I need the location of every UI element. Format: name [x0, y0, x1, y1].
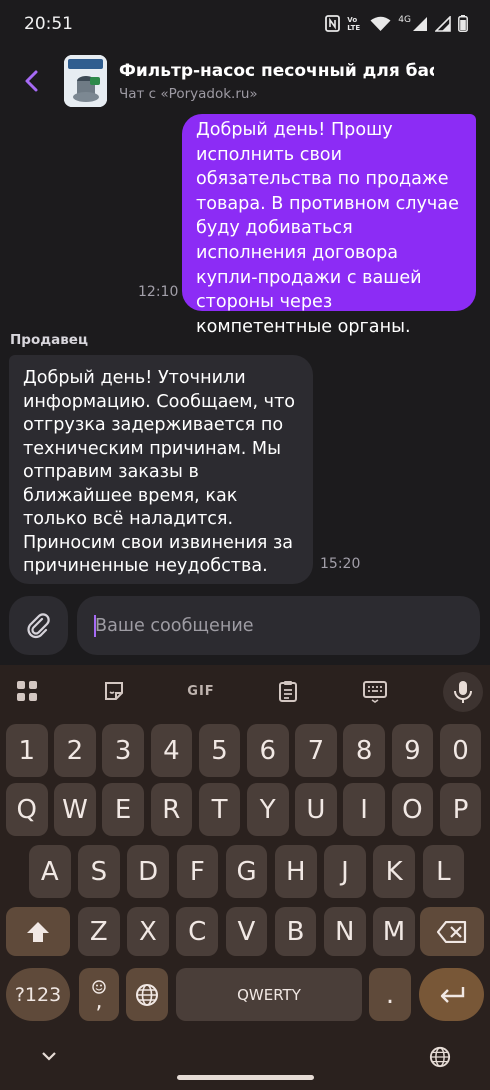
key-w[interactable]: W [54, 783, 96, 836]
incoming-message-sender: Продавец [10, 332, 88, 348]
key-1[interactable]: 1 [6, 724, 48, 777]
apps-grid-icon[interactable] [14, 678, 40, 704]
key-r[interactable]: R [150, 783, 193, 836]
message-field[interactable] [77, 596, 480, 655]
outgoing-message-time: 12:10 [138, 284, 179, 300]
message-input[interactable] [95, 596, 465, 655]
key-h[interactable]: H [275, 845, 317, 898]
attach-button[interactable] [9, 596, 68, 655]
chat-subtitle: Чат с «Poryadok.ru» [119, 86, 258, 102]
key-i[interactable]: I [343, 783, 385, 836]
language-key[interactable] [126, 968, 168, 1021]
cellular-signal-icon [413, 16, 427, 31]
voice-input-button[interactable] [443, 672, 483, 712]
shift-key[interactable] [6, 907, 70, 956]
key-g[interactable]: G [225, 845, 268, 898]
cellular-signal-icon-2 [435, 15, 451, 32]
key-d[interactable]: D [127, 845, 169, 898]
key-4[interactable]: 4 [150, 724, 193, 777]
status-icons: Vo LTE 4G [325, 15, 468, 32]
keyboard-settings-icon[interactable] [362, 678, 388, 704]
key-9[interactable]: 9 [391, 724, 434, 777]
key-v[interactable]: V [225, 907, 268, 956]
key-2[interactable]: 2 [54, 724, 96, 777]
volte-icon: Vo LTE [347, 15, 361, 32]
key-5[interactable]: 5 [198, 724, 241, 777]
key-c[interactable]: C [176, 907, 218, 956]
comma-label: , [95, 988, 103, 1014]
incoming-message-time: 15:20 [320, 556, 361, 572]
symbols-key[interactable]: ?123 [6, 968, 70, 1021]
globe-icon [429, 1046, 451, 1068]
key-n[interactable]: N [324, 907, 366, 956]
status-bar: 20:51 Vo LTE 4G [0, 0, 490, 50]
message-composer [0, 596, 490, 660]
enter-key[interactable] [419, 968, 484, 1021]
key-s[interactable]: S [78, 845, 120, 898]
wifi-icon [370, 16, 391, 31]
key-k[interactable]: K [373, 845, 415, 898]
sticker-icon[interactable] [101, 678, 127, 704]
keyboard-toolbar: GIF [0, 665, 490, 717]
key-7[interactable]: 7 [295, 724, 337, 777]
key-l[interactable]: L [422, 845, 465, 898]
hide-keyboard-button[interactable] [40, 1048, 58, 1068]
nfc-icon [325, 15, 341, 32]
key-0[interactable]: 0 [439, 724, 482, 777]
chevron-left-icon [25, 70, 38, 92]
key-3[interactable]: 3 [102, 724, 144, 777]
key-x[interactable]: X [127, 907, 169, 956]
key-b[interactable]: B [274, 907, 317, 956]
key-6[interactable]: 6 [247, 724, 289, 777]
key-u[interactable]: U [295, 783, 337, 836]
status-time: 20:51 [24, 14, 73, 34]
key-f[interactable]: F [176, 845, 219, 898]
key-a[interactable]: A [29, 845, 71, 898]
back-button[interactable] [18, 64, 48, 98]
key-q[interactable]: Q [6, 783, 48, 836]
key-t[interactable]: T [198, 783, 241, 836]
incoming-message[interactable]: Добрый день! Уточнили информацию. Сообща… [9, 355, 313, 584]
battery-icon [458, 15, 468, 32]
switch-keyboard-button[interactable] [429, 1046, 451, 1072]
key-o[interactable]: O [391, 783, 434, 836]
backspace-key[interactable] [420, 907, 484, 956]
chat-title: Фильтр-насос песочный для бассейна [119, 61, 434, 81]
chevron-down-icon [42, 1052, 56, 1061]
key-e[interactable]: E [102, 783, 144, 836]
key-j[interactable]: J [324, 845, 366, 898]
globe-icon [136, 983, 158, 1006]
enter-icon [440, 986, 464, 1003]
pool-pump-image [64, 55, 107, 107]
backspace-icon [437, 920, 467, 943]
outgoing-message[interactable]: Добрый день! Прошу исполнить свои обязат… [182, 114, 476, 337]
paperclip-icon [26, 612, 50, 638]
product-thumbnail[interactable] [64, 55, 107, 107]
key-z[interactable]: Z [78, 907, 120, 956]
emoji-comma-key[interactable]: , [79, 968, 119, 1021]
chat-header: Фильтр-насос песочный для бассейна Чат с… [0, 50, 490, 112]
network-type-label: 4G [398, 14, 411, 25]
microphone-icon [454, 681, 472, 703]
gif-button[interactable]: GIF [186, 678, 216, 704]
home-indicator[interactable] [177, 1075, 314, 1080]
clipboard-icon[interactable] [275, 678, 301, 704]
period-key[interactable]: . [369, 968, 411, 1021]
space-key[interactable]: QWERTY [176, 968, 362, 1021]
shift-arrow-icon [27, 921, 49, 942]
key-8[interactable]: 8 [343, 724, 385, 777]
key-m[interactable]: M [373, 907, 415, 956]
key-p[interactable]: P [439, 783, 482, 836]
key-y[interactable]: Y [247, 783, 289, 836]
